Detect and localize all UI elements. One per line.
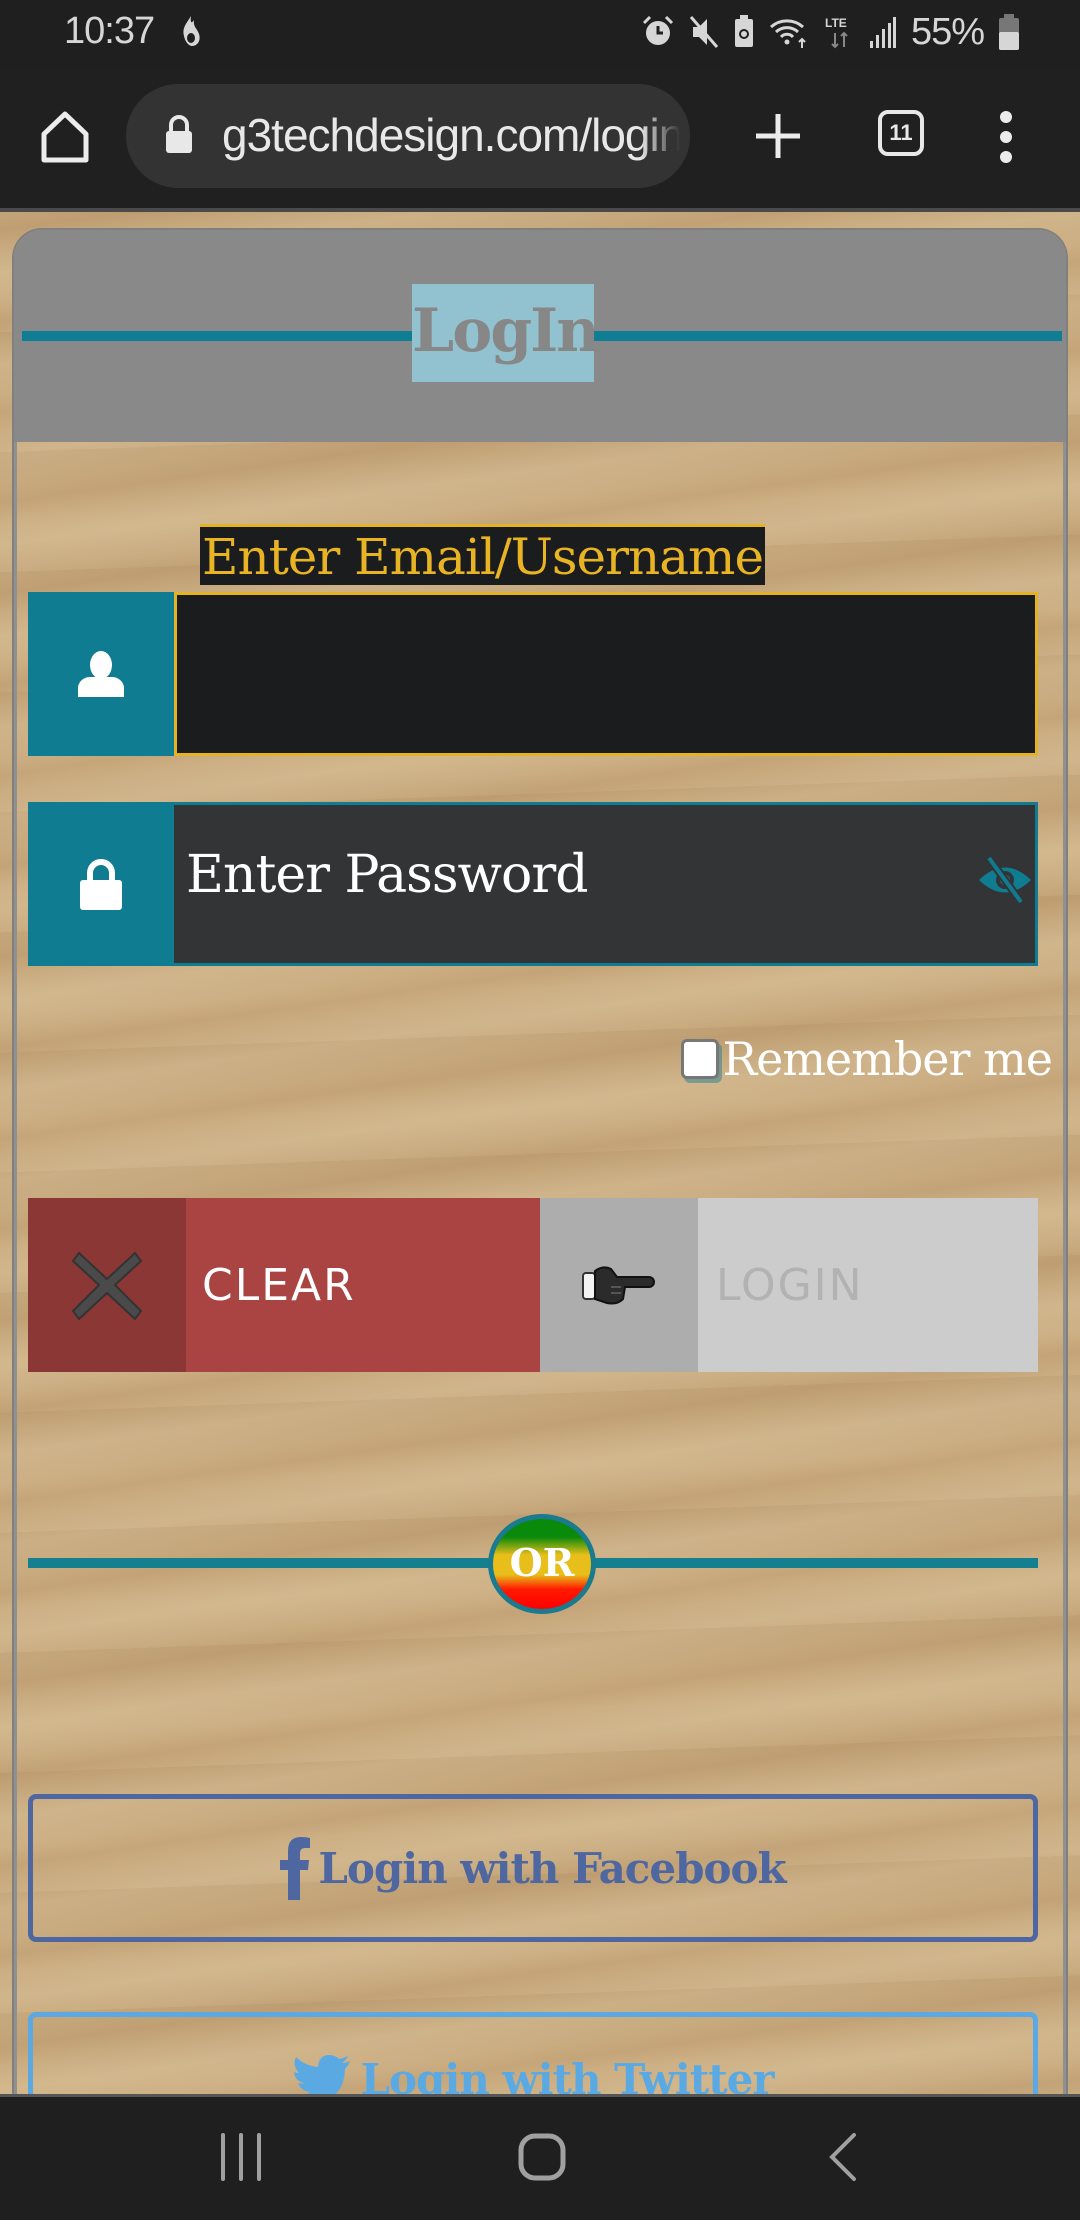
battery-icon bbox=[999, 14, 1019, 50]
tabs-button[interactable]: 11 bbox=[878, 110, 924, 156]
remember-me[interactable]: Remember me bbox=[680, 1032, 1053, 1086]
mute-icon bbox=[689, 16, 719, 48]
clear-button[interactable]: CLEAR bbox=[28, 1198, 540, 1372]
svg-text:LTE: LTE bbox=[825, 16, 847, 30]
signal-icon bbox=[869, 17, 896, 48]
action-buttons: CLEAR LOGIN bbox=[28, 1198, 1038, 1372]
eye-slash-icon[interactable] bbox=[977, 855, 1033, 905]
alarm-icon bbox=[642, 15, 673, 45]
email-input[interactable] bbox=[174, 592, 1038, 756]
lock-icon[interactable] bbox=[164, 114, 194, 154]
email-field-group bbox=[28, 592, 1038, 756]
status-bar: 10:37 LTE 55% bbox=[0, 0, 1080, 66]
email-icon-cell bbox=[28, 592, 174, 756]
flame-notification-icon bbox=[183, 16, 200, 46]
facebook-login-label: Login with Facebook bbox=[318, 1843, 786, 1893]
twitter-login-label: Login with Twitter bbox=[360, 2055, 774, 2094]
home-nav-icon[interactable] bbox=[518, 2133, 566, 2181]
url-text[interactable]: g3techdesign.com/login bbox=[222, 108, 684, 162]
url-fade bbox=[640, 84, 690, 188]
close-icon bbox=[71, 1251, 143, 1321]
battery-percent: 55% bbox=[910, 10, 985, 53]
page-title: LogIn bbox=[412, 284, 600, 382]
battery-saver-icon bbox=[734, 15, 753, 47]
card-header: LogIn bbox=[14, 230, 1066, 442]
back-icon[interactable] bbox=[828, 2133, 858, 2181]
clear-icon-cell bbox=[28, 1198, 186, 1372]
password-placeholder: Enter Password bbox=[186, 845, 588, 905]
url-bar[interactable]: g3techdesign.com/login bbox=[126, 84, 690, 188]
facebook-login-button[interactable]: Login with Facebook bbox=[28, 1794, 1038, 1942]
clear-label: CLEAR bbox=[202, 1259, 356, 1311]
user-icon bbox=[78, 651, 124, 697]
wifi-icon bbox=[769, 19, 806, 48]
more-menu-icon[interactable] bbox=[996, 110, 1016, 164]
lte-icon: LTE bbox=[825, 16, 848, 49]
system-nav-bar bbox=[0, 2094, 1080, 2220]
facebook-icon bbox=[280, 1837, 311, 1900]
login-icon-cell bbox=[540, 1198, 698, 1372]
or-badge: OR bbox=[488, 1514, 596, 1614]
twitter-icon bbox=[294, 2055, 351, 2094]
password-field-group: Enter Password bbox=[28, 802, 1038, 966]
status-time: 10:37 bbox=[64, 10, 155, 52]
remember-me-checkbox[interactable] bbox=[680, 1039, 719, 1079]
home-icon[interactable] bbox=[38, 110, 92, 164]
remember-me-label: Remember me bbox=[722, 1032, 1053, 1086]
twitter-login-button[interactable]: Login with Twitter bbox=[28, 2012, 1038, 2094]
browser-toolbar: g3techdesign.com/login 11 bbox=[0, 66, 1080, 208]
new-tab-icon[interactable] bbox=[752, 110, 804, 162]
recents-icon[interactable] bbox=[218, 2133, 264, 2181]
lock-icon bbox=[80, 859, 122, 910]
login-label: LOGIN bbox=[716, 1259, 864, 1311]
password-input[interactable]: Enter Password bbox=[174, 805, 1035, 963]
password-icon-cell bbox=[28, 802, 174, 966]
pointing-hand-icon bbox=[582, 1266, 655, 1305]
email-label: Enter Email/Username bbox=[200, 524, 766, 586]
page-content: LogIn Enter Email/Username Enter Passwor… bbox=[0, 208, 1080, 2094]
login-button[interactable]: LOGIN bbox=[540, 1198, 1038, 1372]
